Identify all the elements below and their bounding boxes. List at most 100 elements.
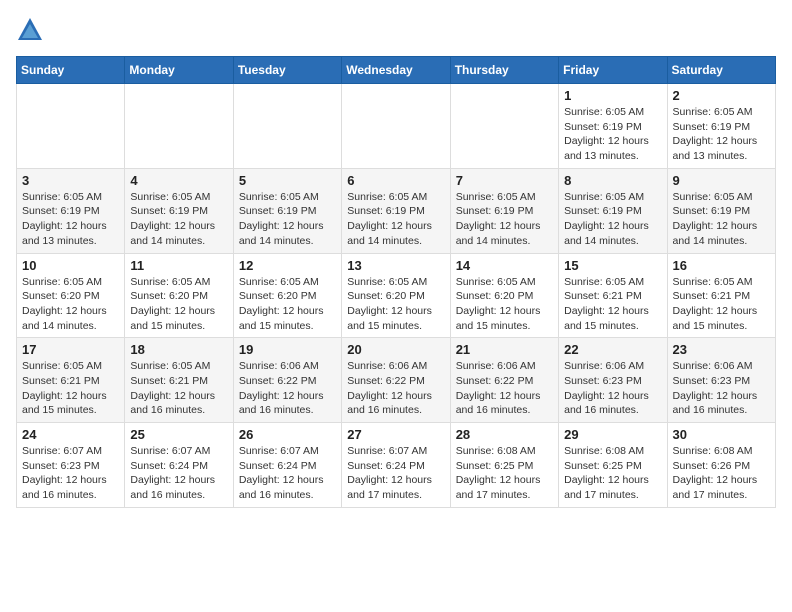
calendar-table: SundayMondayTuesdayWednesdayThursdayFrid… <box>16 56 776 508</box>
calendar-cell: 18Sunrise: 6:05 AM Sunset: 6:21 PM Dayli… <box>125 338 233 423</box>
cell-date-number: 18 <box>130 342 227 357</box>
cell-date-number: 28 <box>456 427 553 442</box>
cell-date-number: 29 <box>564 427 661 442</box>
calendar-cell: 23 Sunrise: 6:06 AM Sunset: 6:23 PM Dayli… <box>667 338 775 423</box>
calendar-cell: 17 Sunrise: 6:05 AM Sunset: 6:21 PM Dayli… <box>17 338 125 423</box>
calendar-cell: 28Sunrise: 6:08 AM Sunset: 6:25 PM Dayli… <box>450 423 558 508</box>
cell-info-text: Sunrise: 6:05 AM Sunset: 6:20 PM Dayligh… <box>347 275 444 334</box>
weekday-header-wednesday: Wednesday <box>342 57 450 84</box>
calendar-cell: 10 Sunrise: 6:05 AM Sunset: 6:20 PM Dayli… <box>17 253 125 338</box>
calendar-cell: 22 Sunrise: 6:06 AM Sunset: 6:23 PM Dayli… <box>559 338 667 423</box>
cell-info-text: Sunrise: 6:05 AM Sunset: 6:19 PM Dayligh… <box>347 190 444 249</box>
cell-info-text: Sunrise: 6:08 AM Sunset: 6:26 PM Dayligh… <box>673 444 770 503</box>
cell-date-number: 30 <box>673 427 770 442</box>
cell-date-number: 12 <box>239 258 336 273</box>
cell-date-number: 5 <box>239 173 336 188</box>
calendar-cell: 21 Sunrise: 6:06 AM Sunset: 6:22 PM Dayli… <box>450 338 558 423</box>
calendar-week-4: 17 Sunrise: 6:05 AM Sunset: 6:21 PM Dayli… <box>17 338 776 423</box>
cell-date-number: 27 <box>347 427 444 442</box>
cell-date-number: 4 <box>130 173 227 188</box>
cell-date-number: 14 <box>456 258 553 273</box>
calendar-cell: 26 Sunrise: 6:07 AM Sunset: 6:24 PM Dayli… <box>233 423 341 508</box>
weekday-header-thursday: Thursday <box>450 57 558 84</box>
cell-info-text: Sunrise: 6:06 AM Sunset: 6:23 PM Dayligh… <box>673 359 770 418</box>
calendar-cell <box>17 84 125 169</box>
calendar-cell: 1 Sunrise: 6:05 AM Sunset: 6:19 PM Daylig… <box>559 84 667 169</box>
cell-info-text: Sunrise: 6:06 AM Sunset: 6:23 PM Dayligh… <box>564 359 661 418</box>
cell-info-text: Sunrise: 6:05 AM Sunset: 6:20 PM Dayligh… <box>130 275 227 334</box>
cell-date-number: 22 <box>564 342 661 357</box>
calendar-header: SundayMondayTuesdayWednesdayThursdayFrid… <box>17 57 776 84</box>
cell-date-number: 26 <box>239 427 336 442</box>
weekday-header-tuesday: Tuesday <box>233 57 341 84</box>
cell-date-number: 9 <box>673 173 770 188</box>
cell-info-text: Sunrise: 6:07 AM Sunset: 6:24 PM Dayligh… <box>130 444 227 503</box>
cell-info-text: Sunrise: 6:05 AM Sunset: 6:20 PM Dayligh… <box>456 275 553 334</box>
weekday-header-monday: Monday <box>125 57 233 84</box>
calendar-week-5: 24 Sunrise: 6:07 AM Sunset: 6:23 PM Dayli… <box>17 423 776 508</box>
cell-info-text: Sunrise: 6:06 AM Sunset: 6:22 PM Dayligh… <box>239 359 336 418</box>
calendar-cell: 2 Sunrise: 6:05 AM Sunset: 6:19 PM Daylig… <box>667 84 775 169</box>
calendar-week-1: 1 Sunrise: 6:05 AM Sunset: 6:19 PM Daylig… <box>17 84 776 169</box>
cell-date-number: 19 <box>239 342 336 357</box>
logo <box>16 16 48 44</box>
cell-info-text: Sunrise: 6:05 AM Sunset: 6:19 PM Dayligh… <box>456 190 553 249</box>
cell-date-number: 15 <box>564 258 661 273</box>
calendar-cell: 29 Sunrise: 6:08 AM Sunset: 6:25 PM Dayli… <box>559 423 667 508</box>
cell-date-number: 20 <box>347 342 444 357</box>
cell-info-text: Sunrise: 6:05 AM Sunset: 6:19 PM Dayligh… <box>564 105 661 164</box>
calendar-cell: 16 Sunrise: 6:05 AM Sunset: 6:21 PM Dayli… <box>667 253 775 338</box>
logo-icon <box>16 16 44 44</box>
calendar-cell: 24 Sunrise: 6:07 AM Sunset: 6:23 PM Dayli… <box>17 423 125 508</box>
calendar-cell: 25 Sunrise: 6:07 AM Sunset: 6:24 PM Dayli… <box>125 423 233 508</box>
weekday-header-sunday: Sunday <box>17 57 125 84</box>
cell-date-number: 6 <box>347 173 444 188</box>
cell-info-text: Sunrise: 6:07 AM Sunset: 6:23 PM Dayligh… <box>22 444 119 503</box>
calendar-cell: 9 Sunrise: 6:05 AM Sunset: 6:19 PM Daylig… <box>667 168 775 253</box>
page-header <box>16 16 776 44</box>
calendar-cell: 27 Sunrise: 6:07 AM Sunset: 6:24 PM Dayli… <box>342 423 450 508</box>
cell-date-number: 2 <box>673 88 770 103</box>
weekday-header-saturday: Saturday <box>667 57 775 84</box>
calendar-week-3: 10 Sunrise: 6:05 AM Sunset: 6:20 PM Dayli… <box>17 253 776 338</box>
cell-info-text: Sunrise: 6:05 AM Sunset: 6:21 PM Dayligh… <box>22 359 119 418</box>
cell-date-number: 23 <box>673 342 770 357</box>
cell-date-number: 1 <box>564 88 661 103</box>
calendar-cell: 6 Sunrise: 6:05 AM Sunset: 6:19 PM Daylig… <box>342 168 450 253</box>
calendar-cell: 19 Sunrise: 6:06 AM Sunset: 6:22 PM Dayli… <box>233 338 341 423</box>
cell-info-text: Sunrise: 6:05 AM Sunset: 6:19 PM Dayligh… <box>239 190 336 249</box>
cell-date-number: 7 <box>456 173 553 188</box>
calendar-cell <box>233 84 341 169</box>
cell-date-number: 17 <box>22 342 119 357</box>
calendar-cell <box>125 84 233 169</box>
cell-info-text: Sunrise: 6:05 AM Sunset: 6:19 PM Dayligh… <box>22 190 119 249</box>
cell-date-number: 10 <box>22 258 119 273</box>
calendar-cell <box>450 84 558 169</box>
calendar-cell: 3 Sunrise: 6:05 AM Sunset: 6:19 PM Daylig… <box>17 168 125 253</box>
cell-info-text: Sunrise: 6:05 AM Sunset: 6:19 PM Dayligh… <box>673 105 770 164</box>
cell-info-text: Sunrise: 6:07 AM Sunset: 6:24 PM Dayligh… <box>347 444 444 503</box>
cell-date-number: 11 <box>130 258 227 273</box>
calendar-cell: 7 Sunrise: 6:05 AM Sunset: 6:19 PM Daylig… <box>450 168 558 253</box>
cell-date-number: 13 <box>347 258 444 273</box>
cell-date-number: 21 <box>456 342 553 357</box>
cell-info-text: Sunrise: 6:08 AM Sunset: 6:25 PM Dayligh… <box>564 444 661 503</box>
cell-info-text: Sunrise: 6:05 AM Sunset: 6:20 PM Dayligh… <box>239 275 336 334</box>
cell-info-text: Sunrise: 6:05 AM Sunset: 6:19 PM Dayligh… <box>673 190 770 249</box>
calendar-cell: 30 Sunrise: 6:08 AM Sunset: 6:26 PM Dayli… <box>667 423 775 508</box>
cell-date-number: 25 <box>130 427 227 442</box>
calendar-cell: 4Sunrise: 6:05 AM Sunset: 6:19 PM Daylig… <box>125 168 233 253</box>
calendar-cell: 20Sunrise: 6:06 AM Sunset: 6:22 PM Dayli… <box>342 338 450 423</box>
cell-date-number: 3 <box>22 173 119 188</box>
calendar-cell: 5 Sunrise: 6:05 AM Sunset: 6:19 PM Daylig… <box>233 168 341 253</box>
cell-info-text: Sunrise: 6:05 AM Sunset: 6:21 PM Dayligh… <box>673 275 770 334</box>
cell-info-text: Sunrise: 6:06 AM Sunset: 6:22 PM Dayligh… <box>456 359 553 418</box>
calendar-cell: 14 Sunrise: 6:05 AM Sunset: 6:20 PM Dayli… <box>450 253 558 338</box>
cell-info-text: Sunrise: 6:05 AM Sunset: 6:20 PM Dayligh… <box>22 275 119 334</box>
calendar-week-2: 3 Sunrise: 6:05 AM Sunset: 6:19 PM Daylig… <box>17 168 776 253</box>
cell-date-number: 16 <box>673 258 770 273</box>
calendar-cell: 15Sunrise: 6:05 AM Sunset: 6:21 PM Dayli… <box>559 253 667 338</box>
calendar-cell: 12 Sunrise: 6:05 AM Sunset: 6:20 PM Dayli… <box>233 253 341 338</box>
cell-date-number: 24 <box>22 427 119 442</box>
cell-info-text: Sunrise: 6:07 AM Sunset: 6:24 PM Dayligh… <box>239 444 336 503</box>
